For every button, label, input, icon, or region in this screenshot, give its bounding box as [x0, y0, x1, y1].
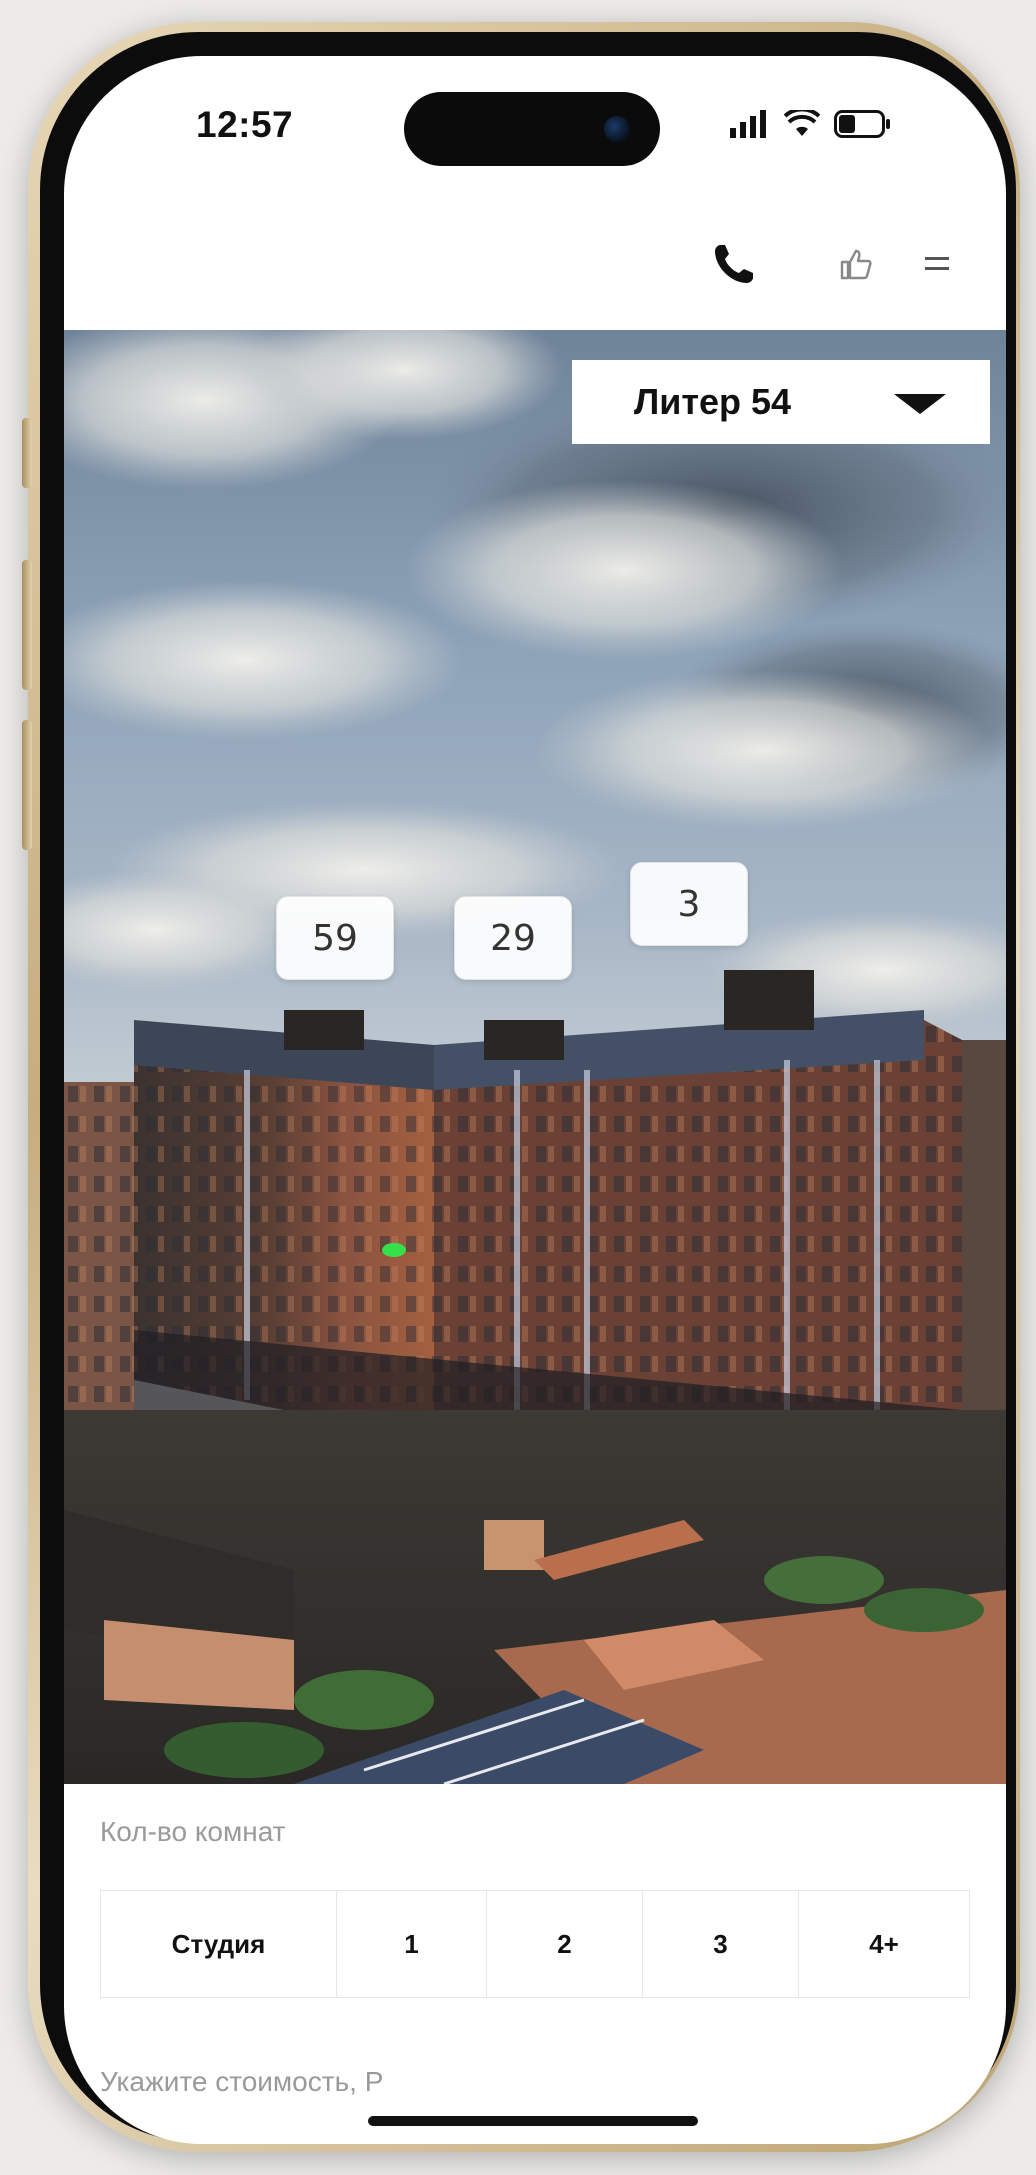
status-time: 12:57 — [196, 104, 294, 145]
home-indicator[interactable] — [368, 2116, 698, 2126]
caret-down-icon — [894, 394, 946, 414]
building-render — [64, 330, 1006, 1784]
section-badge[interactable]: 3 — [630, 862, 748, 946]
building-select-label: Литер 54 — [634, 381, 792, 422]
section-badge[interactable]: 59 — [276, 896, 394, 980]
screen: 12:57 Литер 54 59 29 3 Кол-во комнат Сту… — [64, 56, 1006, 2144]
building-hero-image: Литер 54 59 29 3 — [64, 330, 1006, 1784]
volume-down-button — [22, 720, 32, 850]
signal-icon — [730, 110, 766, 138]
section-badge[interactable]: 29 — [454, 896, 572, 980]
battery-icon — [834, 110, 890, 138]
phone-icon — [715, 245, 753, 283]
rooms-filter: Студия 1 2 3 4+ — [100, 1890, 970, 1998]
favorites-button[interactable] — [828, 236, 884, 292]
thumbs-up-icon — [840, 249, 872, 280]
front-camera-icon — [604, 116, 630, 142]
header-bar — [64, 236, 1006, 296]
menu-button[interactable] — [910, 236, 966, 292]
building-select[interactable]: Литер 54 — [572, 360, 990, 444]
rooms-option-1[interactable]: 1 — [337, 1891, 487, 1997]
volume-up-button — [22, 560, 32, 690]
silent-switch — [22, 418, 32, 488]
price-filter-label: Укажите стоимость, Р — [100, 2066, 384, 2097]
rooms-option-2[interactable]: 2 — [487, 1891, 643, 1997]
dynamic-island — [404, 92, 660, 166]
menu-icon — [925, 257, 949, 270]
rooms-option-4-plus[interactable]: 4+ — [799, 1891, 969, 1997]
rooms-filter-label: Кол-во комнат — [100, 1816, 286, 1847]
call-button[interactable] — [706, 236, 762, 292]
status-icons — [730, 110, 892, 138]
wifi-icon — [784, 110, 820, 136]
rooms-option-studio[interactable]: Студия — [101, 1891, 337, 1997]
rooms-option-3[interactable]: 3 — [643, 1891, 799, 1997]
